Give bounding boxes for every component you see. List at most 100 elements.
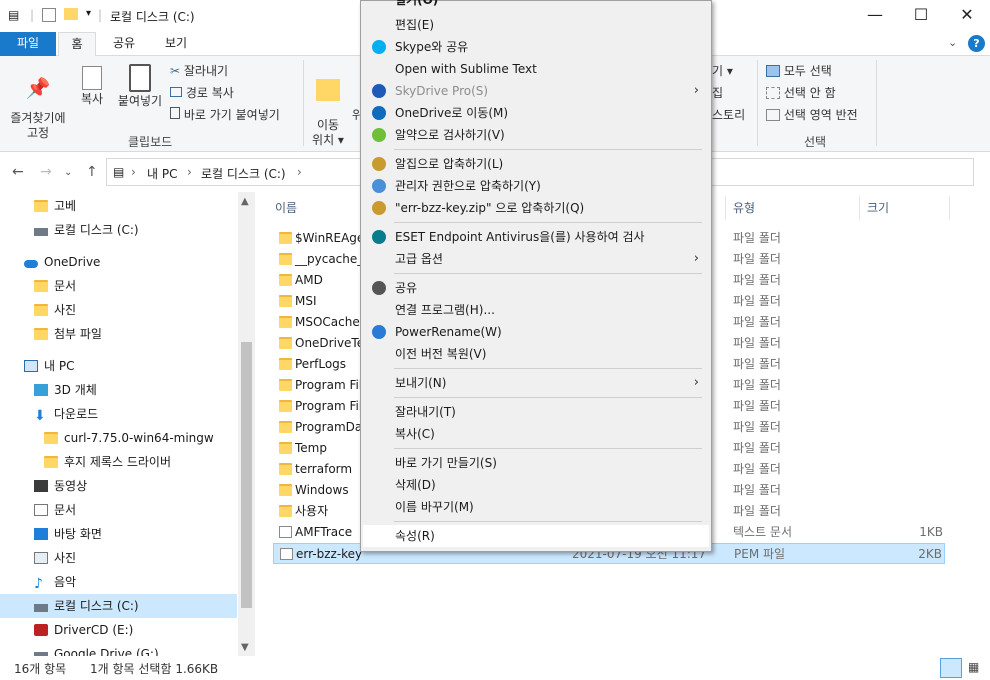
menu-item[interactable]: 편집(E) [363,14,709,36]
menu-item-label: 열기(O) [395,0,439,7]
nav-item-this-pc[interactable]: 내 PC [0,354,237,378]
tab-share[interactable]: 공유 [102,32,146,56]
file-type: 파일 폴더 [733,378,781,392]
nav-item[interactable]: Google Drive (G:) [0,642,237,656]
tab-view[interactable]: 보기 [152,32,200,56]
nav-item[interactable]: 문서 [0,274,237,298]
menu-item[interactable]: 삭제(D) [363,474,709,496]
history-button-partial[interactable]: 스토리 [712,106,745,123]
menu-item[interactable]: 알약으로 검사하기(V) [363,124,709,146]
menu-item[interactable]: 알집으로 압축하기(L) [363,153,709,175]
up-button[interactable]: ↑ [86,164,98,180]
nav-item[interactable]: 후지 제록스 드라이버 [0,450,237,474]
paste-button[interactable]: 붙여넣기 [114,64,166,109]
nav-item[interactable]: ⬇ 다운로드 [0,402,237,426]
back-button[interactable]: ← [12,164,24,180]
chevron-right-icon: › [297,165,302,179]
help-icon[interactable]: ? [968,35,985,52]
open-dropdown-partial[interactable]: 기 ▾ [712,62,733,79]
nav-item[interactable]: 첨부 파일 [0,322,237,346]
tab-file[interactable]: 파일 [0,32,56,56]
download-icon: ⬇ [34,408,46,424]
scroll-up-icon[interactable]: ▲ [241,196,249,207]
nav-item[interactable]: 동영상 [0,474,237,498]
breadcrumb-local-disk[interactable]: 로컬 디스크 (C:) [201,165,286,182]
file-type: 파일 폴더 [733,294,781,308]
nav-item-onedrive[interactable]: OneDrive [0,250,237,274]
menu-item[interactable]: 보내기(N) › [363,372,709,394]
menu-item[interactable]: 관리자 권한으로 압축하기(Y) [363,175,709,197]
nav-item[interactable]: 사진 [0,546,237,570]
file-name: err-bzz-key [296,547,363,561]
nav-item[interactable]: 로컬 디스크 (C:) [0,218,237,242]
nav-item[interactable]: 바탕 화면 [0,522,237,546]
nav-item[interactable]: 3D 개체 [0,378,237,402]
nav-item[interactable]: 문서 [0,498,237,522]
menu-item[interactable]: "err-bzz-key.zip" 으로 압축하기(Q) [363,197,709,219]
new-folder-icon[interactable] [64,8,78,20]
tab-home[interactable]: 홈 [58,32,96,57]
menu-item[interactable]: OneDrive로 이동(M) [363,102,709,124]
large-icons-view-button[interactable]: ▦ [968,660,979,674]
nav-item[interactable]: DriverCD (E:) [0,618,237,642]
alzip-icon [372,157,386,171]
menu-item[interactable]: PowerRename(W) [363,321,709,343]
forward-button[interactable]: → [40,164,52,180]
menu-item[interactable]: 이전 버전 복원(V) [363,343,709,365]
quick-access-dropdown-icon[interactable]: ▾ [86,8,91,19]
edit-button-partial[interactable]: 집 [712,84,723,101]
folder-icon [279,463,292,475]
move-to-button[interactable]: 이동 위치 ▾ [308,64,348,148]
menu-item[interactable]: Open with Sublime Text [363,58,709,80]
column-header-size[interactable]: 크기 [867,199,889,216]
expand-ribbon-icon[interactable]: ⌄ [948,36,957,49]
menu-item-label: 고급 옵션 [395,252,443,266]
cut-button[interactable]: ✂ 잘라내기 [170,62,228,79]
select-all-button[interactable]: 모두 선택 [766,62,832,79]
menu-item[interactable]: 열기(O) [363,0,709,11]
nav-item[interactable]: curl-7.75.0-win64-mingw [0,426,237,450]
menu-item[interactable]: 연결 프로그램(H)... [363,299,709,321]
scroll-down-icon[interactable]: ▼ [241,642,249,653]
column-divider[interactable] [859,196,860,220]
folder-icon [279,232,292,244]
minimize-button[interactable]: — [852,0,898,32]
menu-item[interactable]: 속성(R) [363,525,709,547]
submenu-arrow-icon: › [693,375,699,390]
menu-item[interactable]: 고급 옵션 › [363,248,709,270]
column-divider[interactable] [949,196,950,220]
column-header-type[interactable]: 유형 [733,199,755,216]
close-button[interactable]: ✕ [944,0,990,32]
nav-item-selected[interactable]: 로컬 디스크 (C:) [0,594,237,618]
menu-item[interactable]: 바로 가기 만들기(S) [363,452,709,474]
chevron-right-icon: › [131,165,136,179]
pin-to-quick-access-button[interactable]: 📌 즐겨찾기에 고정 [4,66,72,141]
column-header-name[interactable]: 이름 [275,199,297,216]
details-view-button[interactable] [940,658,962,678]
copy-button[interactable]: 복사 [74,66,110,107]
nav-item[interactable]: ♪ 음악 [0,570,237,594]
paste-shortcut-button[interactable]: 바로 가기 붙여넣기 [170,106,280,123]
menu-item[interactable]: ESET Endpoint Antivirus을(를) 사용하여 검사 [363,226,709,248]
copy-path-button[interactable]: 경로 복사 [170,84,234,101]
file-name: MSI [295,294,317,308]
recent-locations-button[interactable]: ⌄ [64,167,72,178]
nav-scrollbar-thumb[interactable] [241,342,252,608]
nav-item[interactable]: 사진 [0,298,237,322]
menu-item[interactable]: 공유 [363,277,709,299]
folder-icon [44,456,58,468]
maximize-button[interactable]: ☐ [898,0,944,32]
menu-item[interactable]: 복사(C) [363,423,709,445]
properties-icon[interactable] [42,8,56,22]
select-none-button[interactable]: 선택 안 함 [766,84,836,101]
menu-item[interactable]: 잘라내기(T) [363,401,709,423]
menu-separator [394,222,702,223]
column-divider[interactable] [725,196,726,220]
breadcrumb-pc[interactable]: 내 PC [147,165,177,182]
menu-item[interactable]: Skype와 공유 [363,36,709,58]
menu-item[interactable]: 이름 바꾸기(M) [363,496,709,518]
invert-selection-button[interactable]: 선택 영역 반전 [766,106,858,123]
menu-item-label: 연결 프로그램(H)... [395,303,495,317]
nav-item[interactable]: 고베 [0,194,237,218]
menu-item[interactable]: SkyDrive Pro(S) › [363,80,709,102]
